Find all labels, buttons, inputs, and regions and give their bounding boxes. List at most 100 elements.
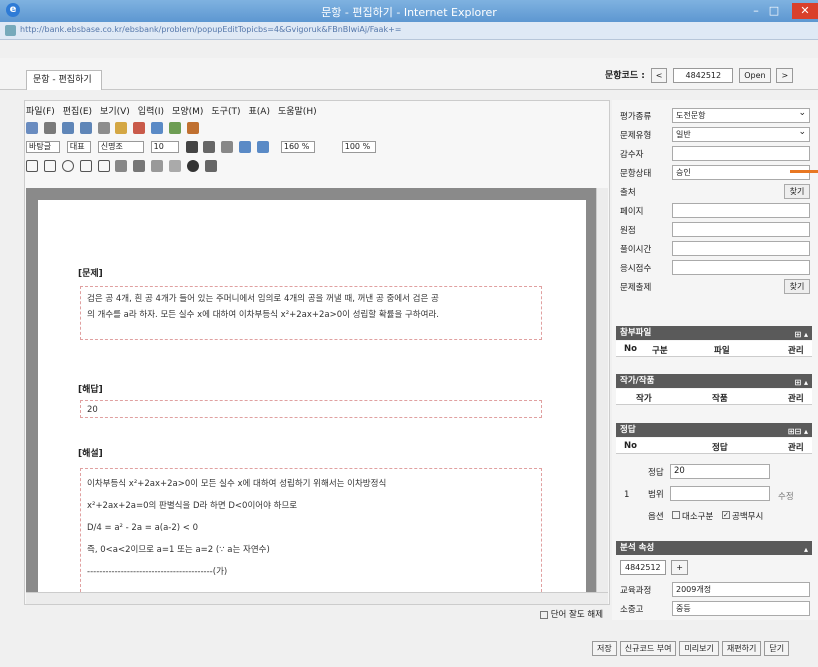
bold-icon[interactable] (185, 141, 198, 153)
menu-item[interactable]: 입력(I) (138, 107, 164, 117)
align-left-icon[interactable] (239, 141, 252, 153)
range-input[interactable] (670, 486, 770, 501)
style-select[interactable]: 바탕글 (26, 141, 60, 153)
solution-box[interactable]: 이차부등식 x²+2ax+2a>0이 모든 실수 x에 대하여 성립하기 위해서… (80, 468, 542, 592)
minimize-button[interactable]: – (748, 3, 764, 19)
menu-item[interactable]: 표(A) (249, 107, 270, 117)
table-icon[interactable] (169, 122, 181, 134)
field-input[interactable] (672, 146, 810, 161)
group-icon[interactable] (115, 160, 128, 172)
field-input[interactable] (672, 241, 810, 256)
formula-icon[interactable] (204, 160, 217, 172)
menu-item[interactable]: 보기(V) (100, 107, 130, 117)
field-row: 문항상태 승인 (620, 165, 810, 180)
attrs-code-value[interactable]: 4842512 (620, 560, 666, 575)
answer-input[interactable]: 20 (670, 464, 770, 479)
menu-item[interactable]: 도구(T) (211, 107, 240, 117)
line-icon[interactable] (26, 160, 38, 172)
address-bar[interactable]: http://bank.ebsbase.co.kr/ebsbank/proble… (0, 22, 818, 40)
cut-icon[interactable] (97, 122, 110, 134)
answer-header: 정답 ⊞⊟ ▴ (616, 423, 812, 437)
shadow-icon[interactable] (169, 160, 181, 172)
space-checkbox[interactable]: ✓ (722, 511, 730, 519)
collapse-icon[interactable]: ⊞ ▴ (794, 376, 808, 390)
align-center-icon[interactable] (257, 141, 269, 153)
copy-icon[interactable] (115, 122, 128, 134)
close-button[interactable]: ✕ (792, 3, 818, 19)
field-input[interactable] (672, 222, 810, 237)
collapse-icon[interactable]: ▴ (804, 543, 808, 557)
vertical-scrollbar[interactable] (596, 188, 608, 592)
attr-select[interactable]: 중등 (672, 601, 810, 616)
arc-icon[interactable] (79, 160, 92, 172)
collapse-icon[interactable]: ⊞⊟ ▴ (788, 425, 808, 439)
footer-button[interactable]: 저장 (592, 641, 617, 656)
field-input[interactable] (672, 203, 810, 218)
attrs-add-button[interactable]: + (671, 560, 688, 575)
undo-icon[interactable] (61, 122, 74, 134)
field-row: 평가종류 도전문항 ⌄ (620, 108, 810, 123)
line-color-icon[interactable] (151, 160, 164, 172)
record-icon[interactable] (186, 160, 199, 172)
maximize-button[interactable]: □ (766, 3, 782, 19)
chevron-down-icon[interactable]: ⌄ (798, 127, 806, 137)
next-code-button[interactable]: > (776, 68, 794, 83)
solution-heading: [해설] (78, 449, 103, 459)
prev-code-button[interactable]: < (650, 68, 668, 83)
print-icon[interactable] (43, 122, 56, 134)
rect-icon[interactable] (43, 160, 56, 172)
column-header: No (624, 441, 637, 451)
column-header: 관리 (788, 443, 804, 453)
image-icon[interactable] (186, 122, 199, 134)
menu-item[interactable]: 모양(M) (172, 107, 203, 117)
field-input[interactable] (672, 260, 810, 275)
font-face-select[interactable]: 신명조 (97, 141, 144, 153)
field-row: 풀이시간 (620, 241, 810, 256)
document-page[interactable]: [문제] 검은 공 4개, 흰 공 4개가 들어 있는 주머니에서 임의로 4개… (38, 200, 586, 592)
ellipse-icon[interactable] (61, 160, 74, 172)
footer-button[interactable]: 재편하기 (721, 641, 762, 656)
toolbar-row-1 (26, 122, 606, 138)
tab-edit[interactable]: 문항 - 편집하기 (26, 70, 102, 90)
attr-select[interactable]: 2009개정 (672, 582, 810, 597)
case-checkbox[interactable] (672, 511, 680, 519)
view-mode-checkbox[interactable] (540, 610, 548, 619)
field-select[interactable]: 도전문항 (672, 108, 810, 123)
find-button[interactable]: 찾기 (784, 184, 810, 199)
paste-icon[interactable] (133, 122, 146, 134)
answer-manage[interactable]: 수정 (778, 490, 794, 502)
new-icon[interactable] (26, 122, 38, 134)
footer-button[interactable]: 신규코드 부여 (619, 641, 677, 656)
fill-icon[interactable] (133, 160, 146, 172)
zoom-select-2[interactable]: 100 % (341, 141, 376, 153)
menu-item[interactable]: 도움말(H) (278, 107, 317, 117)
italic-icon[interactable] (203, 141, 216, 153)
underline-icon[interactable] (221, 141, 234, 153)
chevron-down-icon[interactable]: ⌄ (798, 108, 806, 118)
collapse-icon[interactable]: ⊞ ▴ (794, 328, 808, 342)
view-mode-toggle[interactable]: 단어 잘도 해제 (540, 608, 603, 620)
menu-item[interactable]: 파일(F) (26, 107, 55, 117)
menu-item[interactable]: 편집(E) (63, 107, 92, 117)
field-label: 출처 (620, 188, 636, 198)
solution-line: 즉, 0<a<2이므로 a=1 또는 a=2 (∵ a는 자연수) (87, 545, 270, 555)
code-input[interactable]: 4842512 (673, 68, 734, 83)
attrs-code: 4842512 + (620, 560, 691, 575)
column-header: 구분 (652, 346, 668, 356)
redo-icon[interactable] (79, 122, 92, 134)
problem-box[interactable]: 검은 공 4개, 흰 공 4개가 들어 있는 주머니에서 임의로 4개의 공을 … (80, 286, 542, 340)
polygon-icon[interactable] (97, 160, 110, 172)
format-icon[interactable] (151, 122, 164, 134)
url-text[interactable]: http://bank.ebsbase.co.kr/ebsbank/proble… (20, 25, 520, 37)
code-bar: 문항코드 : < 4842512 Open > (605, 68, 796, 88)
font-style-select[interactable]: 대표 (66, 141, 91, 153)
horizontal-scrollbar[interactable] (26, 592, 608, 604)
footer-button[interactable]: 닫기 (764, 641, 790, 656)
field-select[interactable]: 일반 (672, 127, 810, 142)
zoom-select-1[interactable]: 160 % (280, 141, 315, 153)
footer-button[interactable]: 미리보기 (679, 641, 719, 656)
open-button[interactable]: Open (739, 68, 771, 83)
answer-box[interactable]: 20 (80, 400, 542, 418)
font-size-select[interactable]: 10 (150, 141, 179, 153)
find-button[interactable]: 찾기 (784, 279, 810, 294)
